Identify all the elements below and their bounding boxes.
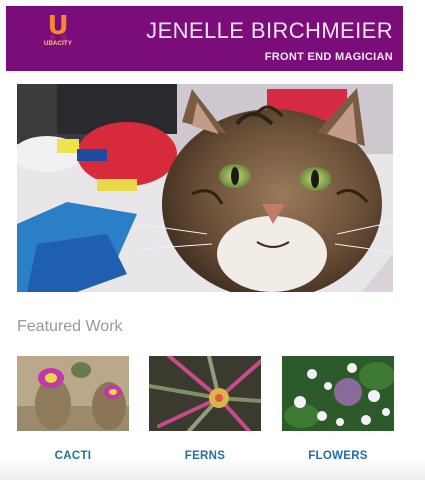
site-tagline: FRONT END MAGICIAN xyxy=(264,51,393,63)
project-card-flowers[interactable]: FLOWERS xyxy=(282,356,394,462)
project-label-cacti[interactable]: CACTI xyxy=(17,450,129,462)
cacti-thumbnail[interactable] xyxy=(17,356,129,431)
project-label-ferns[interactable]: FERNS xyxy=(149,450,261,462)
hero-image xyxy=(17,84,393,292)
cat-photo xyxy=(17,84,393,292)
project-label-flowers[interactable]: FLOWERS xyxy=(282,450,394,462)
project-card-cacti[interactable]: CACTI xyxy=(17,356,129,462)
site-header: U UDACITY U JENELLE BIRCHMEIER FRONT END… xyxy=(6,6,403,71)
flowers-thumbnail[interactable] xyxy=(282,356,394,431)
featured-work-heading: Featured Work xyxy=(17,318,123,335)
logo-reflection: U xyxy=(47,35,69,47)
site-owner-name: JENELLE BIRCHMEIER xyxy=(146,18,393,43)
udacity-logo[interactable]: U UDACITY U xyxy=(42,13,74,71)
project-card-ferns[interactable]: FERNS xyxy=(149,356,261,462)
ferns-thumbnail[interactable] xyxy=(149,356,261,431)
